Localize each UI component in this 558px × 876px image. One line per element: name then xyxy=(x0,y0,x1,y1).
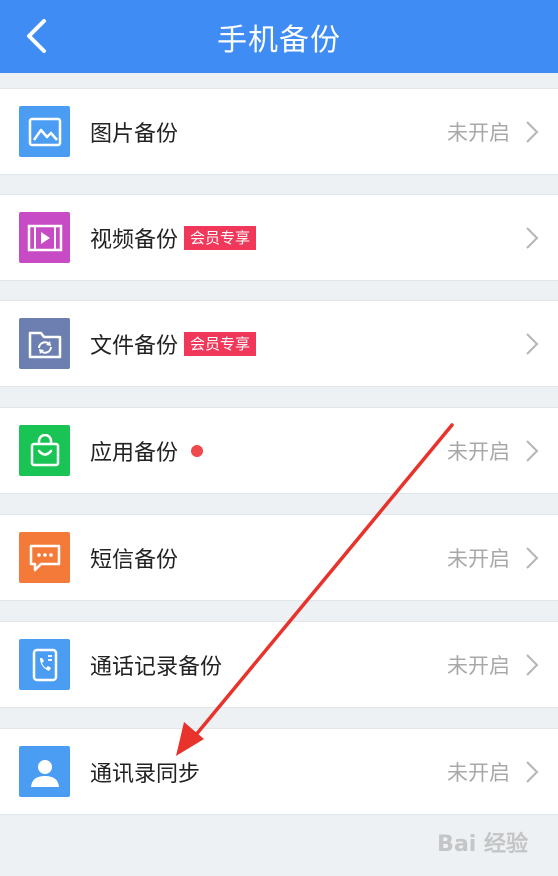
shopping-bag-icon xyxy=(19,425,70,476)
row-label: 通话记录备份 xyxy=(90,654,223,680)
status-text: 未开启 xyxy=(447,439,510,464)
chevron-right-icon xyxy=(526,333,539,355)
chevron-right-icon xyxy=(526,547,539,569)
watermark: Bai 经验 xyxy=(437,832,528,857)
row-label: 应用备份 xyxy=(90,408,204,493)
chevron-right-icon xyxy=(526,121,539,143)
row-label: 文件备份 会员专享 xyxy=(90,301,257,386)
contact-icon xyxy=(19,746,70,797)
image-icon xyxy=(19,106,70,157)
chevron-right-icon xyxy=(526,761,539,783)
row-label: 短信备份 xyxy=(90,547,179,573)
status-text: 未开启 xyxy=(447,546,510,571)
backup-row-photos[interactable]: 图片备份 未开启 xyxy=(0,88,558,175)
row-label: 图片备份 xyxy=(90,121,179,147)
chevron-right-icon xyxy=(526,227,539,249)
video-icon xyxy=(19,212,70,263)
call-log-icon xyxy=(19,639,70,690)
app-header: 手机备份 xyxy=(0,0,558,73)
backup-row-files[interactable]: 文件备份 会员专享 xyxy=(0,300,558,387)
status-text: 未开启 xyxy=(447,653,510,678)
chevron-right-icon xyxy=(526,654,539,676)
chevron-right-icon xyxy=(526,440,539,462)
status-text: 未开启 xyxy=(447,760,510,785)
message-icon xyxy=(19,532,70,583)
backup-row-sms[interactable]: 短信备份 未开启 xyxy=(0,514,558,601)
backup-row-apps[interactable]: 应用备份 未开启 xyxy=(0,407,558,494)
member-badge: 会员专享 xyxy=(184,225,257,250)
row-label: 视频备份 会员专享 xyxy=(90,195,257,280)
new-indicator-dot xyxy=(191,444,204,457)
member-badge: 会员专享 xyxy=(184,331,257,356)
folder-sync-icon xyxy=(19,318,70,369)
page-title: 手机备份 xyxy=(217,22,341,58)
backup-row-call-log[interactable]: 通话记录备份 未开启 xyxy=(0,621,558,708)
backup-row-videos[interactable]: 视频备份 会员专享 xyxy=(0,194,558,281)
chevron-left-icon[interactable] xyxy=(22,18,52,54)
row-label: 通讯录同步 xyxy=(90,761,201,787)
backup-row-contacts[interactable]: 通讯录同步 未开启 xyxy=(0,728,558,815)
status-text: 未开启 xyxy=(447,120,510,145)
